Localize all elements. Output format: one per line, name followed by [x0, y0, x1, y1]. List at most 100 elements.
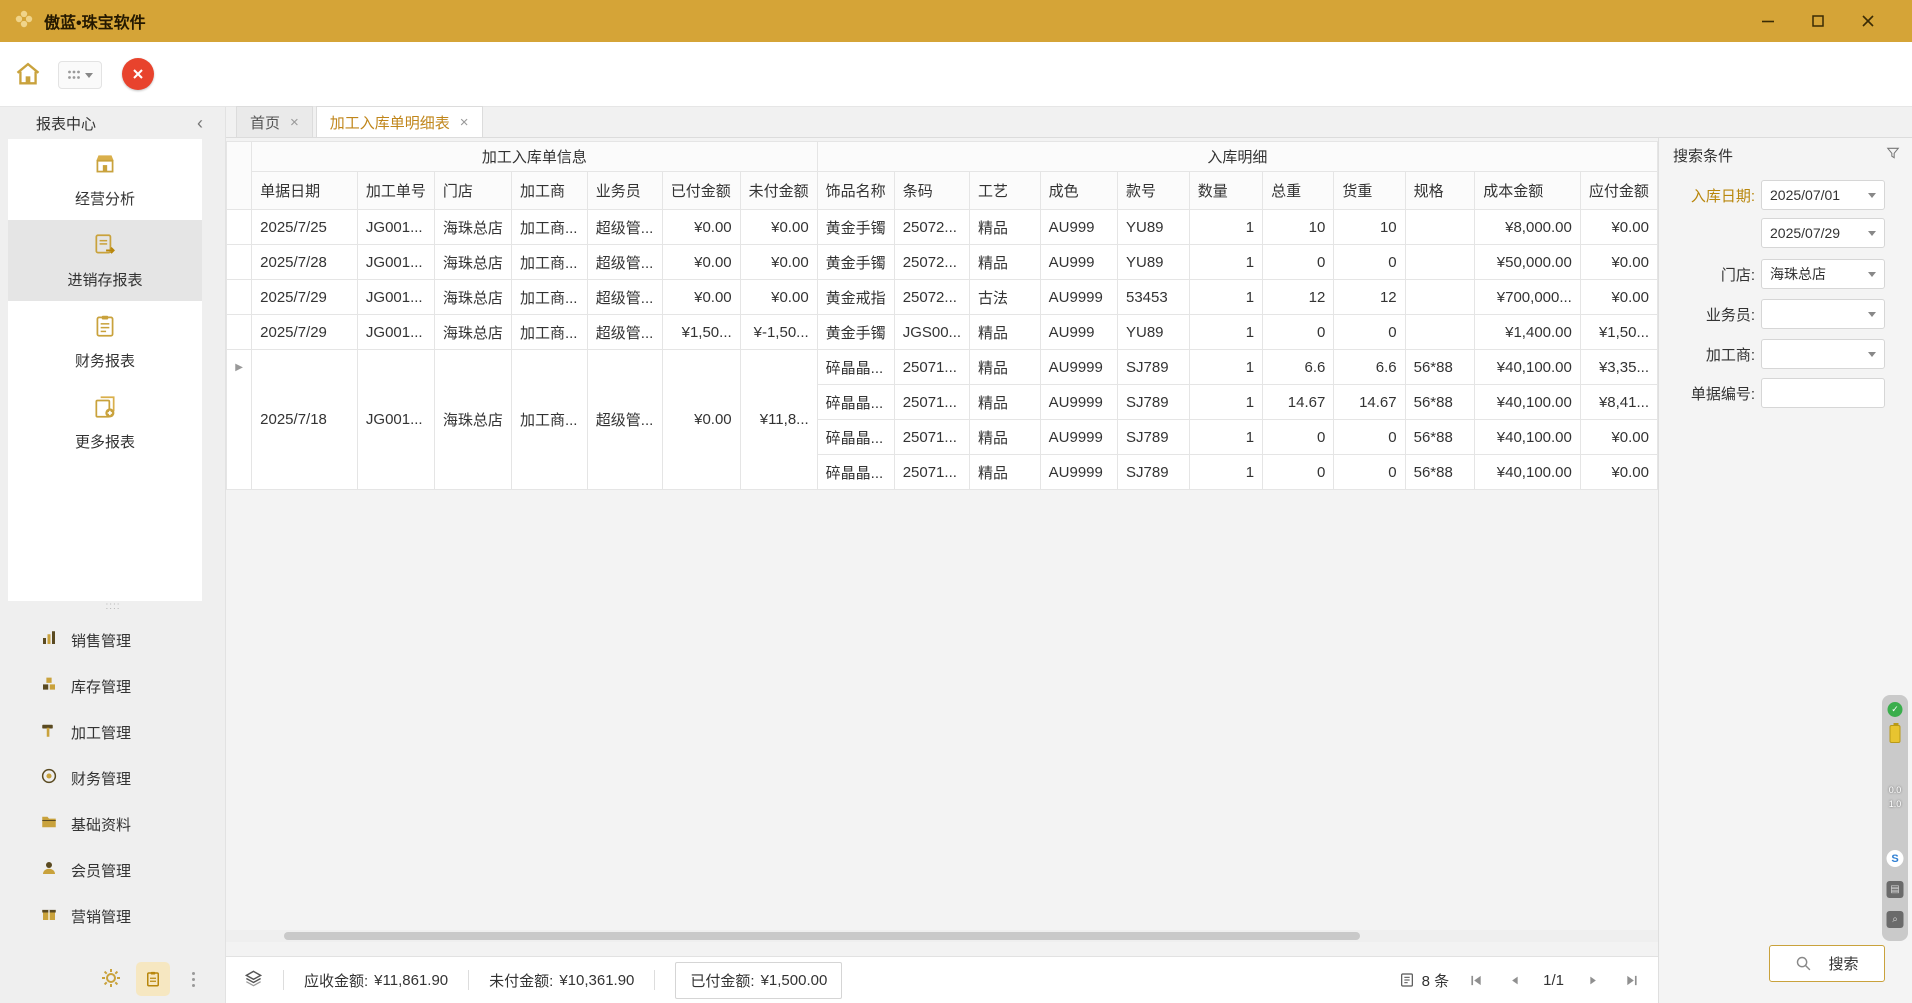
report-item-inventory-reports[interactable]: 进销存报表 [8, 220, 202, 301]
column-header[interactable]: 成本金额 [1475, 172, 1581, 210]
end-date-select[interactable]: 2025/07/29 [1761, 218, 1885, 248]
column-header[interactable]: 成色 [1040, 172, 1117, 210]
processor-select[interactable] [1761, 339, 1885, 369]
column-header[interactable]: 饰品名称 [817, 172, 894, 210]
detail-cell: 10 [1263, 210, 1334, 245]
tab-close-icon[interactable]: × [460, 114, 469, 131]
report-item-finance-reports[interactable]: 财务报表 [8, 301, 202, 382]
input-method-icon[interactable]: S [1887, 850, 1904, 867]
report-table: 加工入库单信息 入库明细 单据日期加工单号门店加工商业务员已付金额未付金额饰品名… [226, 141, 1658, 490]
first-page-button[interactable] [1465, 969, 1487, 991]
tab-processing-inbound-report[interactable]: 加工入库单明细表 × [316, 106, 483, 137]
scrollbar-thumb[interactable] [284, 932, 1360, 940]
desktop-status-widget[interactable]: ✓ 0.0 1.0 S ▤ ⌕ [1882, 695, 1908, 941]
sidebar-item-processing[interactable]: 加工管理 [0, 709, 226, 755]
maximize-button[interactable] [1808, 11, 1828, 31]
report-item-business-analysis[interactable]: 经营分析 [8, 139, 202, 220]
master-cell: 2025/7/28 [252, 245, 358, 280]
detail-cell: ¥40,100.00 [1475, 350, 1581, 385]
gear-icon[interactable] [100, 967, 122, 993]
home-icon[interactable] [14, 60, 42, 92]
master-cell: 2025/7/29 [252, 315, 358, 350]
row-arrow-cell [227, 210, 252, 245]
column-header[interactable]: 货重 [1334, 172, 1405, 210]
shield-check-icon[interactable]: ✓ [1888, 702, 1903, 717]
tab-home[interactable]: 首页 × [236, 106, 313, 137]
summary-label: 应收金额: [304, 970, 368, 991]
table-row[interactable]: 2025/7/25JG001...海珠总店加工商...超级管...¥0.00¥0… [227, 210, 1658, 245]
search-button[interactable]: 搜索 [1769, 945, 1885, 982]
horizontal-scrollbar[interactable] [226, 930, 1658, 942]
column-header[interactable]: 未付金额 [740, 172, 817, 210]
menu-item-label: 基础资料 [71, 814, 131, 835]
column-header[interactable]: 单据日期 [252, 172, 358, 210]
table-row[interactable]: 2025/7/29JG001...海珠总店加工商...超级管...¥0.00¥0… [227, 280, 1658, 315]
table-row[interactable]: 2025/7/28JG001...海珠总店加工商...超级管...¥0.00¥0… [227, 245, 1658, 280]
menu-item-label: 库存管理 [71, 676, 131, 697]
sidebar-item-members[interactable]: 会员管理 [0, 847, 226, 893]
net-speed-down: 1.0 [1889, 799, 1902, 809]
column-header[interactable]: 款号 [1118, 172, 1190, 210]
widget-tool-icon-2[interactable]: ⌕ [1887, 911, 1904, 928]
layers-icon[interactable] [244, 969, 263, 992]
start-date-select[interactable]: 2025/07/01 [1761, 180, 1885, 210]
row-expand-arrow-icon[interactable]: ▶ [227, 350, 252, 490]
column-header[interactable]: 总重 [1263, 172, 1334, 210]
close-icon [131, 67, 145, 81]
panel-resize-handle[interactable]: :::: [0, 601, 226, 612]
divider [283, 970, 284, 990]
detail-cell: 6.6 [1263, 350, 1334, 385]
transfer-report-icon [92, 232, 118, 262]
widget-tool-icon-1[interactable]: ▤ [1887, 881, 1904, 898]
filter-icon[interactable] [1886, 146, 1900, 164]
column-header[interactable]: 加工商 [511, 172, 587, 210]
master-cell: ¥0.00 [662, 210, 740, 245]
sidebar-item-inventory[interactable]: 库存管理 [0, 663, 226, 709]
detail-cell: 0 [1334, 315, 1405, 350]
detail-cell: AU9999 [1040, 280, 1117, 315]
quick-menu-dropdown[interactable] [58, 61, 102, 89]
close-button[interactable] [1858, 11, 1878, 31]
column-header[interactable]: 已付金额 [662, 172, 740, 210]
column-header[interactable]: 条码 [894, 172, 969, 210]
last-page-button[interactable] [1620, 969, 1642, 991]
sidebar-item-sales[interactable]: 销售管理 [0, 617, 226, 663]
column-header[interactable]: 数量 [1189, 172, 1262, 210]
tab-close-icon[interactable]: × [290, 114, 299, 131]
detail-cell: ¥8,41... [1580, 385, 1657, 420]
sidebar-item-finance[interactable]: 财务管理 [0, 755, 226, 801]
active-report-tool-button[interactable] [136, 962, 170, 996]
sidebar-collapse-button[interactable]: ‹ [197, 114, 203, 132]
salesperson-select[interactable] [1761, 299, 1885, 329]
detail-cell: 12 [1334, 280, 1405, 315]
doc-number-input[interactable] [1761, 378, 1885, 408]
master-cell: ¥0.00 [662, 350, 740, 490]
minimize-button[interactable] [1758, 11, 1778, 31]
sidebar-item-marketing[interactable]: 营销管理 [0, 893, 226, 939]
column-header[interactable]: 应付金额 [1580, 172, 1657, 210]
sidebar-item-basic-data[interactable]: 基础资料 [0, 801, 226, 847]
detail-cell: 14.67 [1263, 385, 1334, 420]
select-value: 海珠总店 [1770, 264, 1826, 284]
detail-cell: 25071... [894, 455, 969, 490]
detail-cell: 25071... [894, 420, 969, 455]
detail-cell [1405, 210, 1475, 245]
more-options-icon[interactable] [186, 965, 200, 993]
report-item-label: 财务报表 [75, 350, 135, 371]
close-all-button[interactable] [122, 58, 154, 90]
master-cell: 超级管... [587, 315, 662, 350]
table-row[interactable]: ▶2025/7/18JG001...海珠总店加工商...超级管...¥0.00¥… [227, 350, 1658, 385]
column-header[interactable]: 加工单号 [357, 172, 434, 210]
prev-page-button[interactable] [1503, 969, 1525, 991]
detail-cell: 精品 [970, 245, 1041, 280]
store-select[interactable]: 海珠总店 [1761, 259, 1885, 289]
detail-cell: 黄金手镯 [817, 210, 894, 245]
report-item-more-reports[interactable]: 更多报表 [8, 382, 202, 463]
column-header[interactable]: 规格 [1405, 172, 1475, 210]
column-header[interactable]: 工艺 [970, 172, 1041, 210]
detail-cell: 25072... [894, 245, 969, 280]
next-page-button[interactable] [1582, 969, 1604, 991]
column-header[interactable]: 业务员 [587, 172, 662, 210]
column-header[interactable]: 门店 [434, 172, 511, 210]
table-row[interactable]: 2025/7/29JG001...海珠总店加工商...超级管...¥1,50..… [227, 315, 1658, 350]
